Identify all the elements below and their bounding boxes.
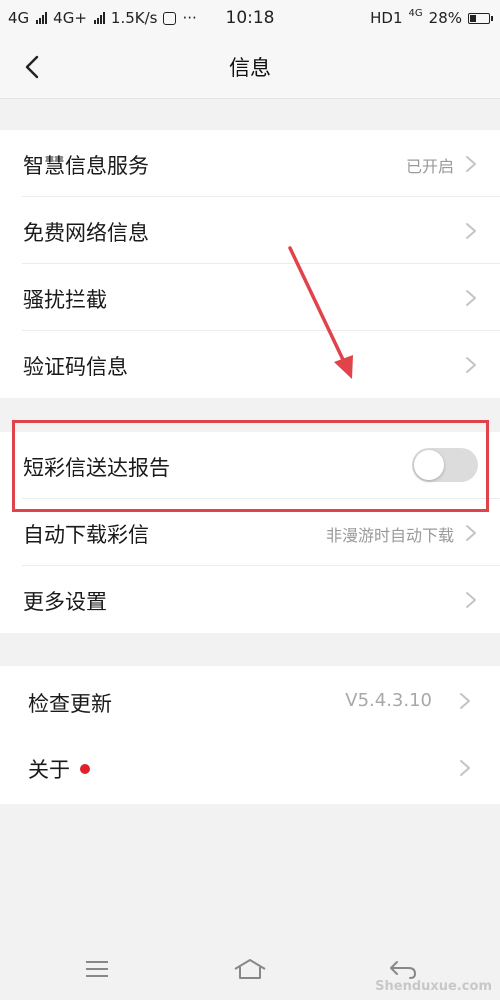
setting-label: 关于 bbox=[28, 754, 90, 784]
setting-label: 自动下载彩信 bbox=[23, 523, 149, 547]
settings-group-3: 检查更新 V5.4.3.10 关于 bbox=[0, 666, 500, 804]
page-title: 信息 bbox=[229, 56, 271, 80]
setting-verification-code-info[interactable]: 验证码信息 bbox=[0, 331, 500, 398]
chevron-right-icon bbox=[466, 223, 476, 239]
setting-value: 非漫游时自动下载 bbox=[325, 526, 454, 545]
hd-indicator: HD1 bbox=[370, 9, 403, 27]
chevron-right-icon bbox=[466, 592, 476, 608]
watermark: Shenduxue.com bbox=[375, 979, 492, 994]
chevron-right-icon bbox=[460, 760, 470, 776]
setting-harassment-block[interactable]: 骚扰拦截 bbox=[0, 264, 500, 331]
setting-about[interactable]: 关于 bbox=[0, 736, 500, 804]
chevron-right-icon bbox=[466, 156, 476, 172]
menu-icon bbox=[86, 961, 108, 977]
setting-label: 验证码信息 bbox=[23, 355, 128, 379]
new-badge-dot bbox=[80, 764, 90, 774]
setting-label: 智慧信息服务 bbox=[23, 154, 149, 178]
status-bar: 4G 4G+ 1.5K/s ··· 10:18 HD1 4G 28% bbox=[0, 0, 500, 36]
setting-label: 检查更新 bbox=[28, 692, 112, 716]
home-button[interactable] bbox=[232, 954, 268, 984]
system-nav-bar: Shenduxue.com bbox=[0, 940, 500, 1000]
setting-more-settings[interactable]: 更多设置 bbox=[0, 566, 500, 633]
chevron-right-icon bbox=[466, 525, 476, 541]
annotation-highlight-box bbox=[12, 420, 489, 512]
setting-label: 骚扰拦截 bbox=[23, 288, 107, 312]
battery-icon bbox=[468, 12, 493, 24]
chevron-right-icon bbox=[466, 357, 476, 373]
status-right: HD1 4G 28% bbox=[370, 7, 493, 27]
battery-percent: 28% bbox=[428, 9, 462, 27]
network-type-3: 4G bbox=[408, 7, 423, 19]
version-value: V5.4.3.10 bbox=[345, 690, 432, 711]
nav-bar: 信息 bbox=[0, 36, 500, 99]
setting-label: 更多设置 bbox=[23, 590, 107, 614]
setting-value: 已开启 bbox=[405, 157, 454, 176]
home-icon bbox=[234, 959, 266, 979]
setting-check-update[interactable]: 检查更新 V5.4.3.10 bbox=[0, 666, 500, 736]
settings-group-1: 智慧信息服务 已开启 免费网络信息 骚扰拦截 验证码信息 bbox=[0, 130, 500, 398]
menu-button[interactable] bbox=[80, 954, 116, 984]
chevron-right-icon bbox=[466, 290, 476, 306]
about-label: 关于 bbox=[28, 758, 70, 782]
chevron-right-icon bbox=[460, 693, 470, 709]
setting-free-network-info[interactable]: 免费网络信息 bbox=[0, 197, 500, 264]
setting-label: 免费网络信息 bbox=[23, 221, 149, 245]
setting-smart-info-service[interactable]: 智慧信息服务 已开启 bbox=[0, 130, 500, 197]
